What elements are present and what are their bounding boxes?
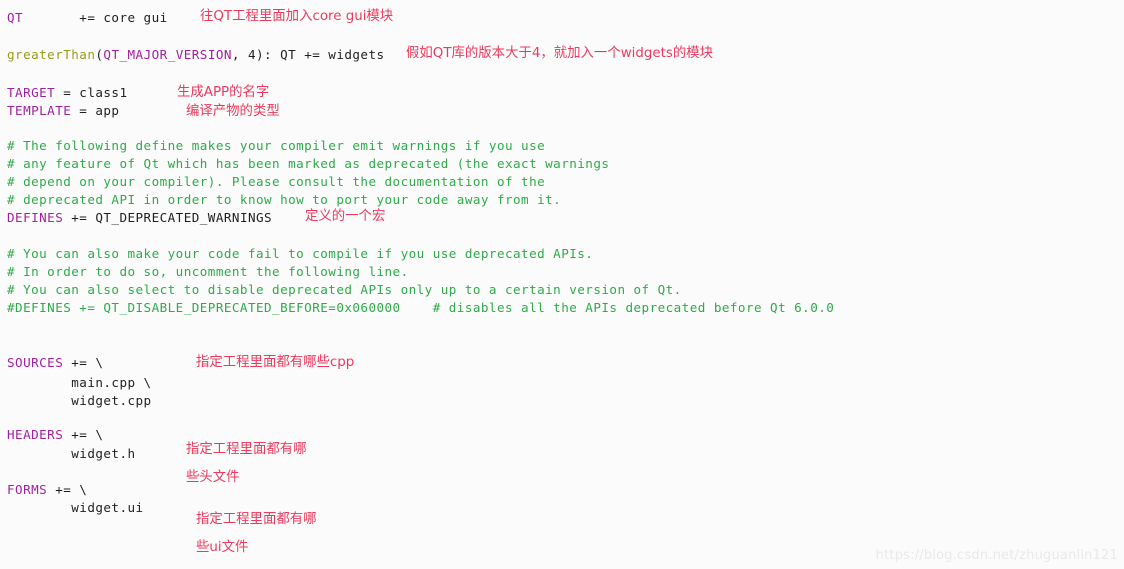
code-token-defines-deprecated-warnings-0: DEFINES <box>7 210 64 225</box>
code-line-comment-fail-1[interactable]: # You can also make your code fail to co… <box>7 247 593 261</box>
code-line-sources-main-cpp[interactable]: main.cpp \ <box>7 376 152 390</box>
code-line-forms[interactable]: FORMS += \ <box>7 483 87 497</box>
code-token-qt-modules-1: += core gui <box>23 10 168 25</box>
code-line-target[interactable]: TARGET = class1 <box>7 86 128 100</box>
code-token-headers-widget-h-0: widget.h <box>7 446 136 461</box>
watermark-text: https://blog.csdn.net/zhuguanlin121 <box>875 548 1118 563</box>
code-line-comment-deprecated-4[interactable]: # deprecated API in order to know how to… <box>7 193 561 207</box>
code-line-headers[interactable]: HEADERS += \ <box>7 428 103 442</box>
code-token-sources-0: SOURCES <box>7 355 64 370</box>
anno-defines: 定义的一个宏 <box>305 209 386 224</box>
code-token-sources-1: += \ <box>63 355 104 370</box>
code-token-greater-than-qt-major-version-0: greaterThan <box>7 47 96 62</box>
code-token-defines-deprecated-warnings-1: += QT_DEPRECATED_WARNINGS <box>63 210 273 225</box>
code-token-headers-0: HEADERS <box>7 427 64 442</box>
code-token-headers-1: += \ <box>63 427 104 442</box>
code-token-forms-widget-ui-0: widget.ui <box>7 500 144 515</box>
code-token-greater-than-qt-major-version-3: , 4): QT += widgets <box>231 47 385 62</box>
code-token-template-0: TEMPLATE <box>7 103 72 118</box>
anno-greater-than: 假如QT库的版本大于4，就加入一个widgets的模块 <box>406 46 714 61</box>
anno-forms-line2: 些ui文件 <box>196 540 249 555</box>
code-line-comment-fail-2[interactable]: # In order to do so, uncomment the follo… <box>7 265 409 279</box>
code-line-sources-widget-cpp[interactable]: widget.cpp <box>7 394 152 408</box>
code-token-comment-fail-3-0: # You can also select to disable depreca… <box>7 282 682 297</box>
code-line-qt-modules[interactable]: QT += core gui <box>7 11 168 25</box>
anno-sources: 指定工程里面都有哪些cpp <box>196 355 355 370</box>
code-line-greater-than-qt-major-version[interactable]: greaterThan(QT_MAJOR_VERSION, 4): QT += … <box>7 48 385 62</box>
code-token-sources-main-cpp-0: main.cpp \ <box>7 375 152 390</box>
code-line-sources[interactable]: SOURCES += \ <box>7 356 103 370</box>
code-line-forms-widget-ui[interactable]: widget.ui <box>7 501 144 515</box>
code-line-comment-deprecated-1[interactable]: # The following define makes your compil… <box>7 139 545 153</box>
code-token-comment-deprecated-3-0: # depend on your compiler). Please consu… <box>7 174 546 189</box>
code-line-defines-deprecated-warnings[interactable]: DEFINES += QT_DEPRECATED_WARNINGS <box>7 211 272 225</box>
code-token-qt-modules-0: QT <box>7 10 24 25</box>
code-token-comment-deprecated-4-0: # deprecated API in order to know how to… <box>7 192 562 207</box>
code-token-comment-deprecated-1-0: # The following define makes your compil… <box>7 138 546 153</box>
code-token-greater-than-qt-major-version-2: QT_MAJOR_VERSION <box>103 47 232 62</box>
code-token-sources-widget-cpp-0: widget.cpp <box>7 393 152 408</box>
anno-qt-modules: 往QT工程里面加入core gui模块 <box>200 9 394 24</box>
anno-template: 编译产物的类型 <box>186 104 280 119</box>
anno-forms-line1: 指定工程里面都有哪 <box>196 512 317 527</box>
code-editor-view[interactable]: QT += core gui greaterThan(QT_MAJOR_VERSI… <box>0 0 1124 569</box>
code-line-headers-widget-h[interactable]: widget.h <box>7 447 136 461</box>
code-token-comment-fail-1-0: # You can also make your code fail to co… <box>7 246 594 261</box>
code-token-template-1: = app <box>71 103 120 118</box>
code-line-defines-disable-deprecated-before[interactable]: #DEFINES += QT_DISABLE_DEPRECATED_BEFORE… <box>7 301 834 315</box>
code-line-template[interactable]: TEMPLATE = app <box>7 104 119 118</box>
anno-target: 生成APP的名字 <box>177 85 270 100</box>
code-line-comment-deprecated-2[interactable]: # any feature of Qt which has been marke… <box>7 157 609 171</box>
code-token-forms-1: += \ <box>47 482 88 497</box>
anno-headers-line2: 些头文件 <box>186 470 240 485</box>
anno-headers-line1: 指定工程里面都有哪 <box>186 442 307 457</box>
code-line-comment-deprecated-3[interactable]: # depend on your compiler). Please consu… <box>7 175 545 189</box>
code-token-forms-0: FORMS <box>7 482 48 497</box>
code-token-target-1: = class1 <box>55 85 128 100</box>
code-token-comment-fail-2-0: # In order to do so, uncomment the follo… <box>7 264 409 279</box>
code-token-defines-disable-deprecated-before-0: #DEFINES += QT_DISABLE_DEPRECATED_BEFORE… <box>7 300 835 315</box>
code-token-target-0: TARGET <box>7 85 56 100</box>
code-token-comment-deprecated-2-0: # any feature of Qt which has been marke… <box>7 156 610 171</box>
code-line-comment-fail-3[interactable]: # You can also select to disable depreca… <box>7 283 682 297</box>
